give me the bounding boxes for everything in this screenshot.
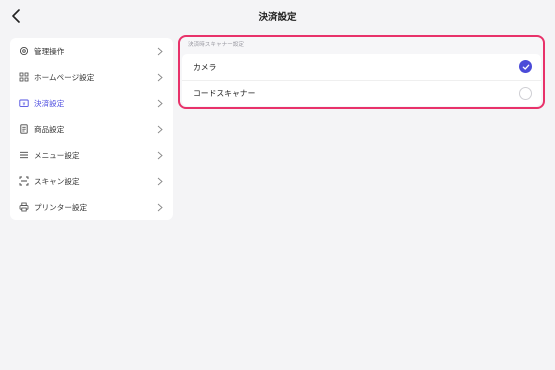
section-label: 決済時スキャナー設定: [188, 42, 244, 48]
sidebar-item-payment[interactable]: ¥ 決済設定: [10, 90, 173, 116]
sidebar-item-homepage[interactable]: ホームページ設定: [10, 64, 173, 90]
chevron-right-icon: [157, 125, 163, 134]
sidebar-item-menu[interactable]: メニュー設定: [10, 142, 173, 168]
chevron-right-icon: [157, 203, 163, 212]
payment-icon: ¥: [19, 98, 29, 108]
sidebar-item-label: ホームページ設定: [34, 72, 95, 82]
sidebar-item-label: メニュー設定: [34, 150, 80, 160]
checked-radio-icon[interactable]: [519, 60, 532, 73]
scanner-options-list: カメラ コードスキャナー: [182, 54, 541, 106]
option-camera[interactable]: カメラ: [182, 54, 541, 80]
header-bar: 決済設定: [0, 0, 555, 34]
printer-icon: [19, 202, 29, 212]
chevron-right-icon: [157, 47, 163, 56]
svg-text:¥: ¥: [23, 101, 26, 107]
sidebar-item-management[interactable]: 管理操作: [10, 38, 173, 64]
chevron-right-icon: [157, 99, 163, 108]
sidebar-item-products[interactable]: 商品設定: [10, 116, 173, 142]
option-code-scanner[interactable]: コードスキャナー: [182, 80, 541, 106]
option-label: カメラ: [193, 62, 217, 72]
scan-icon: [19, 176, 29, 186]
unchecked-radio-icon[interactable]: [519, 87, 532, 100]
sidebar-item-scan[interactable]: スキャン設定: [10, 168, 173, 194]
settings-sidebar: 管理操作 ホームページ設定 ¥ 決済設定 商品設定 メニュー設定 スキャン設定: [10, 38, 173, 220]
gear-icon: [19, 46, 29, 56]
grid-icon: [19, 72, 29, 82]
sidebar-item-printer[interactable]: プリンター設定: [10, 194, 173, 220]
sidebar-item-label: 管理操作: [34, 46, 65, 56]
scanner-settings-panel: 決済時スキャナー設定 カメラ コードスキャナー: [178, 35, 545, 109]
menu-icon: [19, 150, 29, 160]
chevron-right-icon: [157, 151, 163, 160]
sidebar-item-label: 決済設定: [34, 98, 65, 108]
chevron-right-icon: [157, 177, 163, 186]
option-label: コードスキャナー: [193, 89, 256, 98]
sidebar-item-label: スキャン設定: [34, 176, 80, 186]
page-title: 決済設定: [258, 12, 297, 23]
sidebar-item-label: プリンター設定: [34, 202, 88, 212]
sidebar-item-label: 商品設定: [34, 124, 65, 134]
chevron-right-icon: [157, 73, 163, 82]
document-icon: [19, 124, 29, 134]
